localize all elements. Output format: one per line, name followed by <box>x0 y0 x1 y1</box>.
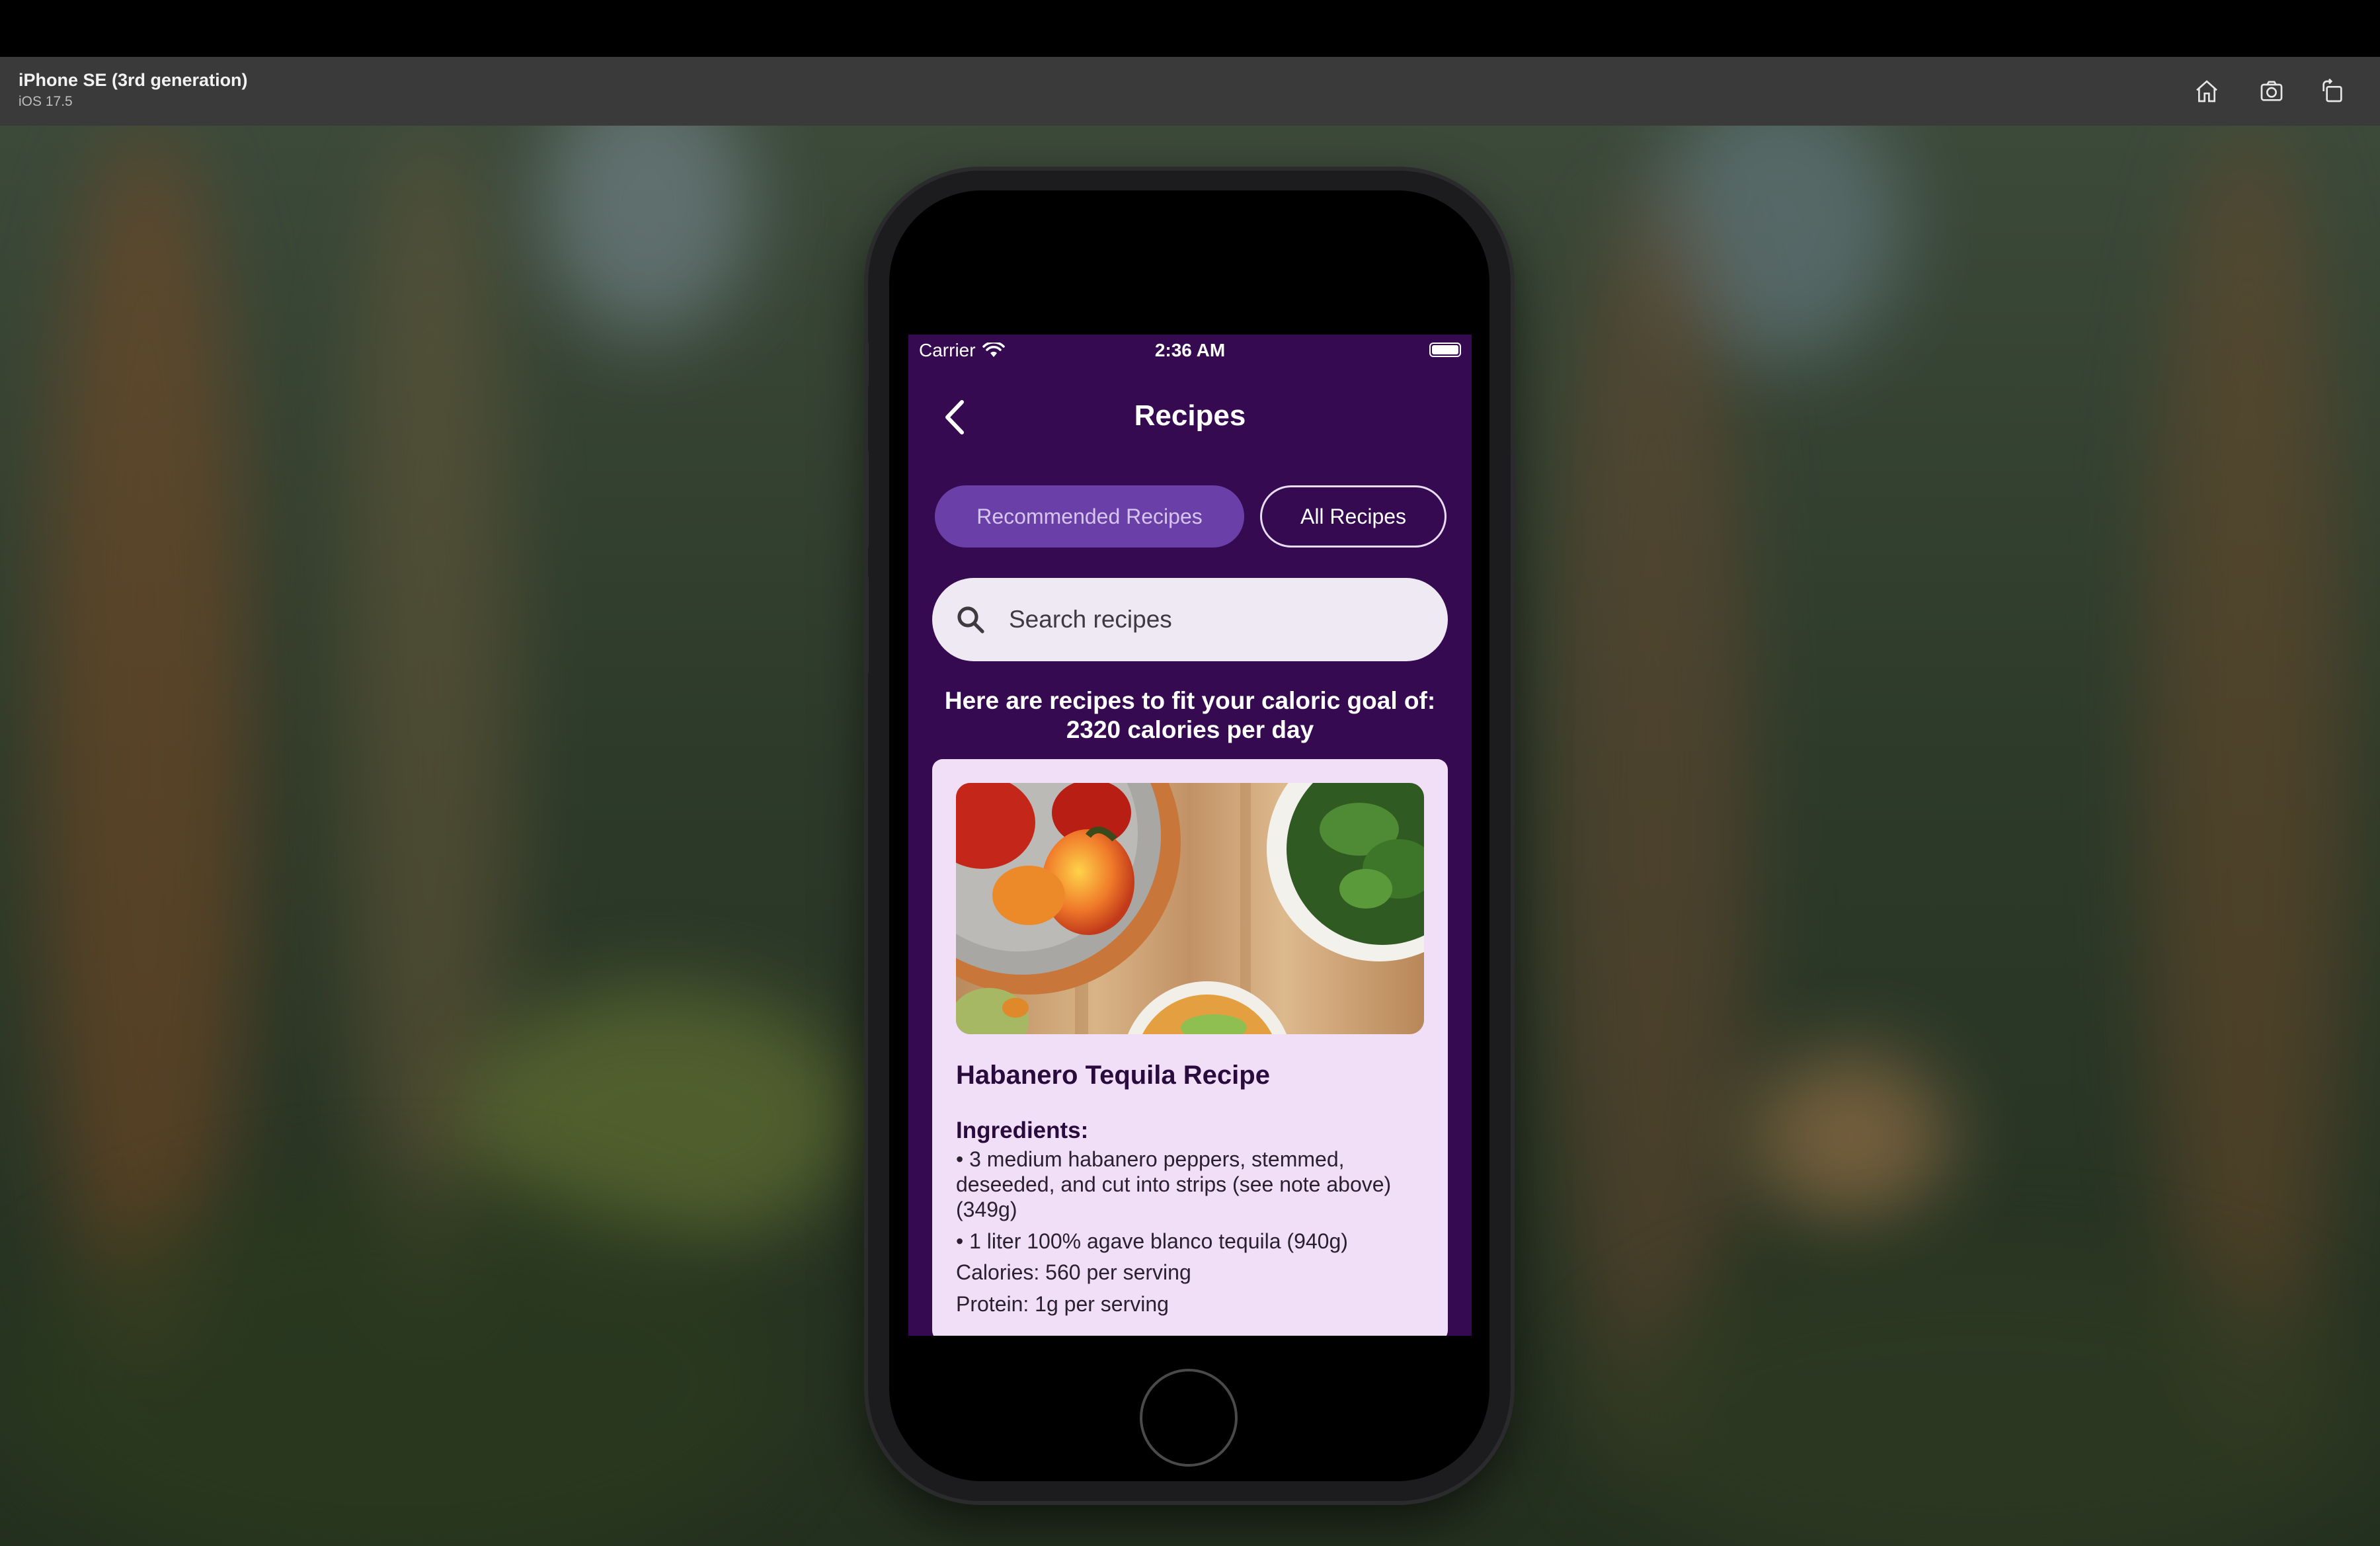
recipe-title: Habanero Tequila Recipe <box>956 1061 1270 1090</box>
protein-text: Protein: 1g per serving <box>956 1292 1169 1316</box>
ingredients-heading: Ingredients: <box>956 1118 1089 1143</box>
recommended-recipes-button[interactable]: Recommended Recipes <box>935 485 1244 548</box>
mute-switch <box>863 341 869 387</box>
recipe-image <box>956 783 1424 1034</box>
all-recipes-button[interactable]: All Recipes <box>1260 485 1447 548</box>
caloric-goal-text: Here are recipes to fit your caloric goa… <box>922 686 1458 745</box>
screenshot-icon[interactable] <box>2254 74 2289 108</box>
page-title: Recipes <box>1134 399 1246 432</box>
app-screen: Carrier 2:36 AM Recipes Recommended Reci… <box>908 335 1472 1336</box>
search-placeholder: Search recipes <box>1009 606 1172 633</box>
rotate-icon[interactable] <box>2315 74 2350 108</box>
recipe-card[interactable]: Habanero Tequila Recipe Ingredients: • 3… <box>932 759 1448 1336</box>
top-strip <box>0 0 2380 57</box>
ingredient-item: • 3 medium habanero peppers, stemmed, de… <box>956 1147 1392 1221</box>
status-time: 2:36 AM <box>1154 340 1226 360</box>
power-button <box>1511 450 1516 549</box>
home-icon[interactable] <box>2190 74 2224 108</box>
caloric-goal-line1: Here are recipes to fit your caloric goa… <box>944 687 1436 714</box>
battery-icon <box>1429 343 1461 357</box>
search-input[interactable]: Search recipes <box>932 578 1448 661</box>
volume-down-button <box>863 575 869 674</box>
device-name: iPhone SE (3rd generation) <box>19 70 248 90</box>
ingredients-list: • 3 medium habanero peppers, stemmed, de… <box>956 1147 1425 1260</box>
simulator-toolbar: iPhone SE (3rd generation) iOS 17.5 <box>0 57 2380 126</box>
navigation-bar: Recipes <box>908 378 1472 458</box>
status-bar: Carrier 2:36 AM <box>908 335 1472 364</box>
caloric-goal-line2: 2320 calories per day <box>1066 716 1314 743</box>
ingredient-item: • 1 liter 100% agave blanco tequila (940… <box>956 1229 1348 1253</box>
volume-up-button <box>863 450 869 549</box>
calories-text: Calories: 560 per serving <box>956 1260 1191 1284</box>
search-icon <box>957 606 984 633</box>
home-button[interactable] <box>1140 1369 1238 1467</box>
os-version: iOS 17.5 <box>19 94 73 109</box>
